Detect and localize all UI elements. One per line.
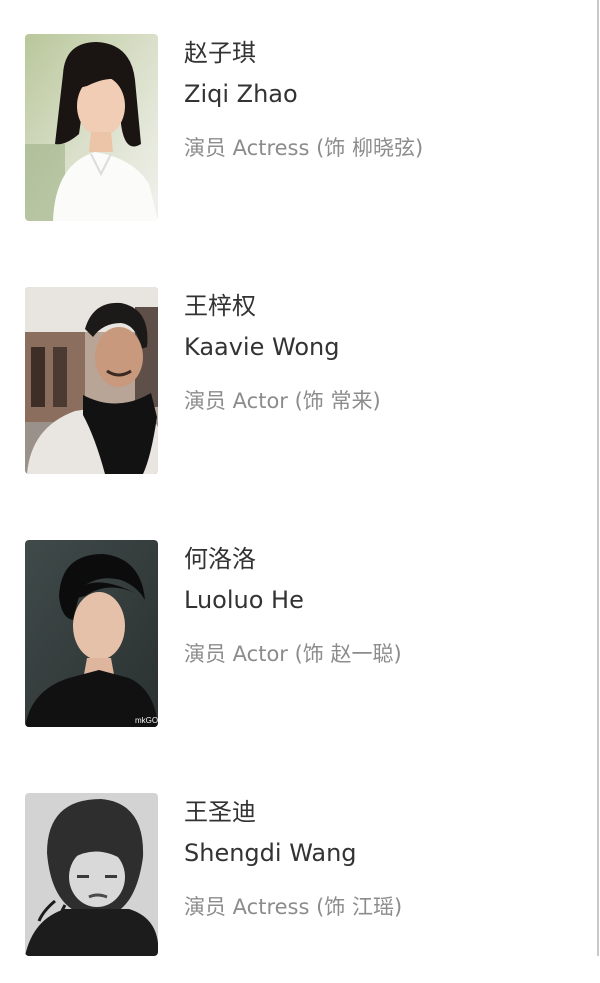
watermark-text: mkGO — [135, 716, 158, 725]
actor-photo[interactable] — [25, 34, 158, 221]
actor-role: 演员 Actor (饰 常来) — [184, 389, 381, 413]
actor-name-english: Shengdi Wang — [184, 839, 357, 867]
watermark-icon: mkGO — [135, 716, 158, 725]
actor-name-english: Ziqi Zhao — [184, 80, 298, 108]
actor-name-chinese: 王圣迪 — [184, 798, 256, 826]
right-edge-divider — [597, 0, 599, 956]
cast-list: 赵子琪 Ziqi Zhao 演员 Actress (饰 柳晓弦) 王梓权 Kaa… — [0, 0, 596, 956]
actor-photo[interactable] — [25, 287, 158, 474]
actor-name-chinese: 赵子琪 — [184, 39, 256, 67]
actor-portrait-icon — [25, 287, 158, 474]
actor-photo[interactable]: mkGO — [25, 540, 158, 727]
actor-role: 演员 Actor (饰 赵一聪) — [184, 642, 402, 666]
actor-role: 演员 Actress (饰 江瑶) — [184, 895, 403, 919]
actor-name-english: Luoluo He — [184, 586, 304, 614]
actor-photo[interactable] — [25, 793, 158, 956]
actor-name-chinese: 何洛洛 — [184, 545, 256, 573]
cast-list-item[interactable]: mkGO 何洛洛 Luoluo He 演员 Actor (饰 赵一聪) — [0, 540, 596, 730]
actor-role: 演员 Actress (饰 柳晓弦) — [184, 136, 424, 160]
actress-portrait-icon — [25, 793, 158, 956]
actress-portrait-icon — [25, 34, 158, 221]
cast-list-item[interactable]: 王梓权 Kaavie Wong 演员 Actor (饰 常来) — [0, 287, 596, 477]
actor-name-chinese: 王梓权 — [184, 292, 256, 320]
actor-name-english: Kaavie Wong — [184, 333, 340, 361]
cast-list-item[interactable]: 赵子琪 Ziqi Zhao 演员 Actress (饰 柳晓弦) — [0, 34, 596, 224]
cast-list-item[interactable]: 王圣迪 Shengdi Wang 演员 Actress (饰 江瑶) — [0, 793, 596, 983]
